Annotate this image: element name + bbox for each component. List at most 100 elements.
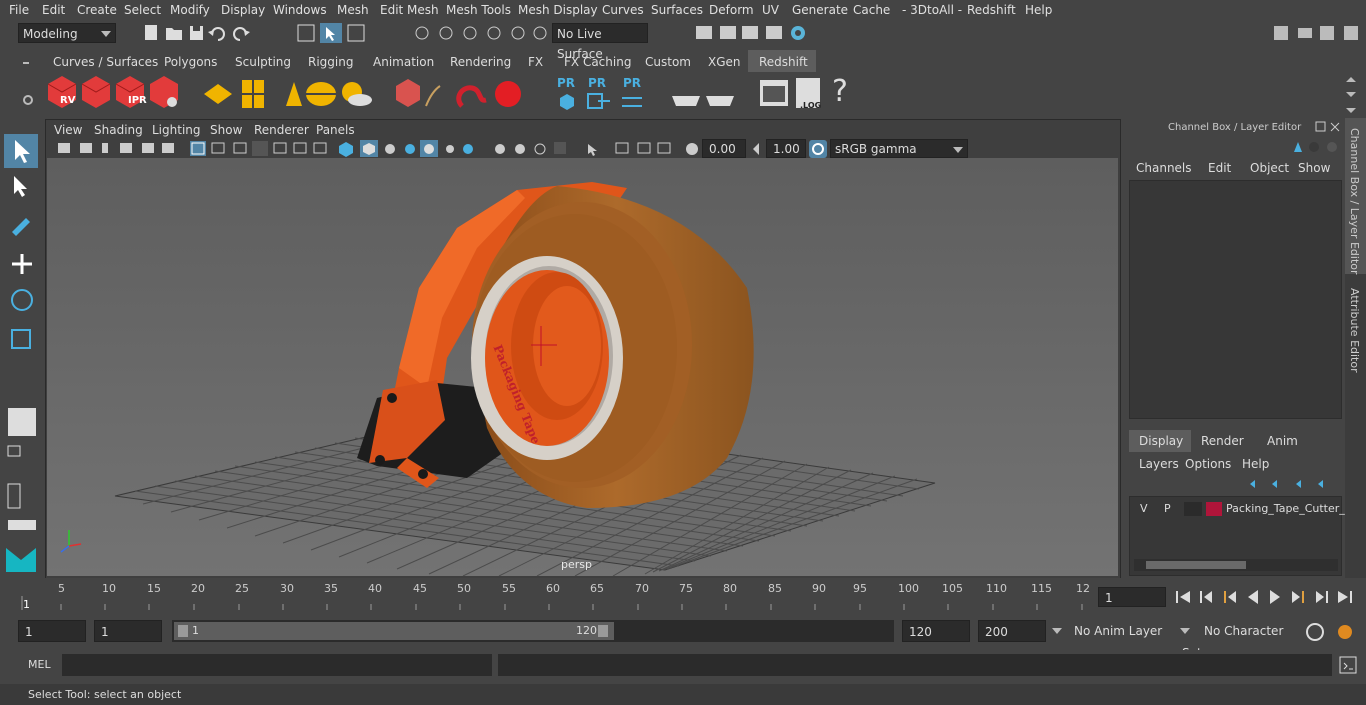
tab-fx[interactable]: FX (528, 55, 543, 69)
layer-visibility[interactable]: V (1140, 502, 1148, 515)
file-toolbar[interactable] (140, 22, 280, 44)
menu-display[interactable]: Display (221, 3, 265, 17)
menu-3dtoall[interactable]: - 3DtoAll - (902, 3, 962, 17)
tab-custom[interactable]: Custom (645, 55, 691, 69)
vp-menu-view[interactable]: View (54, 123, 82, 137)
cb-menu-show[interactable]: Show (1298, 161, 1330, 175)
tab-animation[interactable]: Animation (373, 55, 434, 69)
menu-deform[interactable]: Deform (709, 3, 754, 17)
vp-menu-show[interactable]: Show (210, 123, 242, 137)
playback-controls[interactable] (1172, 586, 1362, 608)
shelf-options-icon[interactable] (16, 52, 36, 116)
channel-box-icons[interactable] (1288, 138, 1344, 158)
viewport-canvas[interactable]: Packaging Tape persp (47, 158, 1118, 576)
command-input[interactable] (62, 654, 492, 676)
menu-edit[interactable]: Edit (42, 3, 65, 17)
playback-end-field[interactable]: 120 (902, 620, 970, 642)
redshift-object-icons[interactable] (200, 76, 530, 114)
cb-menu-channels[interactable]: Channels (1136, 161, 1192, 175)
range-start-grip[interactable] (178, 625, 188, 637)
snap-icons[interactable] (410, 22, 550, 44)
tick-label: 25 (235, 582, 249, 595)
mode-dropdown[interactable]: Modeling (18, 23, 116, 43)
menu-mesh-display[interactable]: Mesh Display (518, 3, 598, 17)
shelf-scroll-icon[interactable] (1344, 74, 1358, 114)
side-tab-attribute-editor[interactable]: Attribute Editor (1348, 288, 1361, 373)
menu-help[interactable]: Help (1025, 3, 1052, 17)
redshift-bake-icons[interactable] (668, 76, 740, 112)
panel-window-icons[interactable] (1314, 120, 1344, 134)
range-slider-handle[interactable]: 1 120 (174, 622, 614, 640)
menu-surfaces[interactable]: Surfaces (651, 3, 703, 17)
time-slider[interactable]: 5 10 15 20 25 30 35 40 45 50 55 60 65 70… (0, 578, 1366, 616)
tab-rigging[interactable]: Rigging (308, 55, 353, 69)
menu-cache[interactable]: Cache (853, 3, 890, 17)
channel-list[interactable] (1129, 180, 1342, 419)
live-surface-field[interactable]: No Live Surface (552, 23, 648, 61)
workspace-icons[interactable] (1270, 22, 1366, 44)
menu-redshift[interactable]: Redshift (967, 3, 1016, 17)
layer-reference-toggle[interactable] (1184, 502, 1202, 516)
menu-edit-mesh[interactable]: Edit Mesh (380, 3, 439, 17)
cb-menu-object[interactable]: Object (1250, 161, 1289, 175)
character-set-dropdown[interactable]: No Character Set (1178, 620, 1300, 660)
layer-scroll-thumb[interactable] (1146, 561, 1246, 569)
range-end-grip[interactable] (598, 625, 608, 637)
exposure-field[interactable]: 0.00 (702, 139, 746, 158)
tab-polygons[interactable]: Polygons (164, 55, 217, 69)
layer-action-icons[interactable] (1242, 476, 1342, 492)
tab-redshift[interactable]: Redshift (759, 55, 808, 69)
redshift-render-icons[interactable] (44, 74, 190, 114)
menu-mesh-tools[interactable]: Mesh Tools (446, 3, 511, 17)
tab-render[interactable]: Render (1201, 434, 1244, 448)
layer-scrollbar[interactable] (1134, 559, 1338, 571)
anim-layer-dropdown[interactable]: No Anim Layer (1050, 620, 1166, 642)
help-question-icon[interactable]: ? (832, 74, 848, 109)
layer-menu-layers[interactable]: Layers (1139, 457, 1179, 471)
layer-name[interactable]: Packing_Tape_Cutter_E (1226, 502, 1352, 515)
layer-row[interactable]: V P Packing_Tape_Cutter_E (1134, 501, 1352, 519)
color-management-icon[interactable] (808, 139, 828, 159)
menu-mesh[interactable]: Mesh (337, 3, 369, 17)
tab-fx-caching[interactable]: FX Caching (564, 55, 631, 69)
render-icons[interactable] (690, 22, 814, 44)
redshift-light-icon (286, 82, 302, 106)
tab-curves-surfaces[interactable]: Curves / Surfaces (53, 55, 158, 69)
animation-start-field[interactable]: 1 (18, 620, 86, 642)
side-tab-channel-box[interactable]: Channel Box / Layer Editor (1348, 128, 1361, 275)
menu-curves[interactable]: Curves (602, 3, 644, 17)
menu-generate[interactable]: Generate (792, 3, 848, 17)
menu-modify[interactable]: Modify (170, 3, 210, 17)
menu-file[interactable]: File (9, 3, 29, 17)
menu-select[interactable]: Select (124, 3, 161, 17)
tab-anim[interactable]: Anim (1267, 434, 1298, 448)
tab-xgen[interactable]: XGen (708, 55, 741, 69)
vp-menu-renderer[interactable]: Renderer (254, 123, 309, 137)
vp-menu-lighting[interactable]: Lighting (152, 123, 201, 137)
range-slider[interactable]: 1 120 (172, 620, 894, 642)
selection-mask-icons[interactable] (296, 22, 370, 44)
tab-sculpting[interactable]: Sculpting (235, 55, 291, 69)
script-editor-icon[interactable] (1338, 655, 1358, 675)
color-space-dropdown[interactable]: sRGB gamma (830, 139, 968, 158)
gamma-field[interactable]: 1.00 (766, 139, 806, 158)
anim-pref-icons[interactable] (1304, 621, 1364, 643)
menu-windows[interactable]: Windows (273, 3, 327, 17)
menu-uv[interactable]: UV (762, 3, 779, 17)
cb-menu-edit[interactable]: Edit (1208, 161, 1231, 175)
tab-rendering[interactable]: Rendering (450, 55, 511, 69)
layer-playback[interactable]: P (1164, 502, 1171, 515)
tab-display[interactable]: Display (1139, 434, 1183, 448)
menu-create[interactable]: Create (77, 3, 117, 17)
viewport-toolbar-icons[interactable] (54, 140, 704, 158)
layer-menu-options[interactable]: Options (1185, 457, 1231, 471)
tool-icons[interactable] (0, 120, 44, 580)
layer-menu-help[interactable]: Help (1242, 457, 1269, 471)
layer-color-swatch[interactable] (1206, 502, 1222, 516)
playback-start-field[interactable]: 1 (94, 620, 162, 642)
vp-menu-panels[interactable]: Panels (316, 123, 355, 137)
animation-end-field[interactable]: 200 (978, 620, 1046, 642)
mel-label[interactable]: MEL (28, 658, 51, 671)
current-frame-field[interactable]: 1 (1098, 587, 1166, 607)
vp-menu-shading[interactable]: Shading (94, 123, 143, 137)
